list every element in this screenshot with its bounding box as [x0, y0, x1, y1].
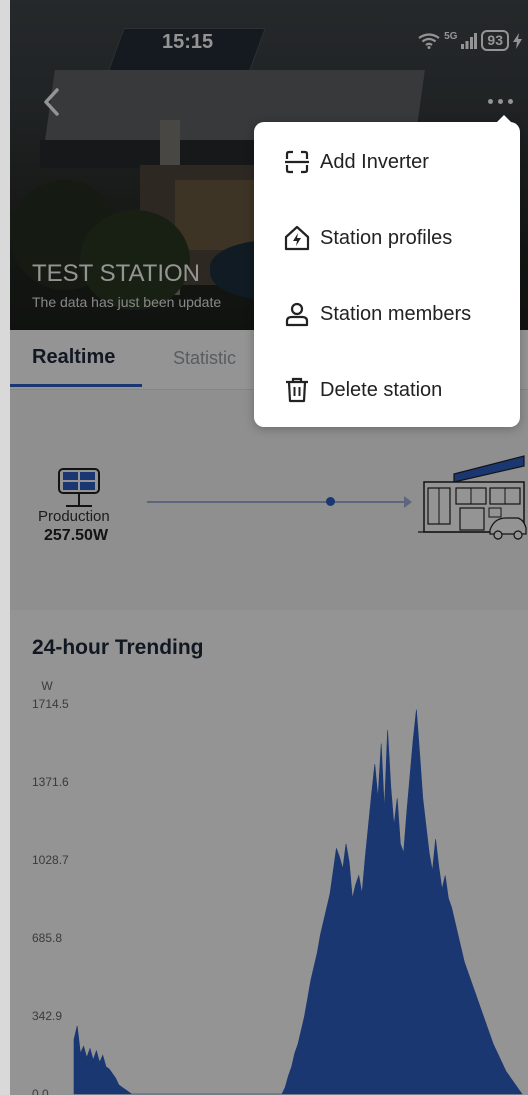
- menu-item-label: Delete station: [320, 378, 443, 401]
- menu-item-label: Station profiles: [320, 226, 453, 249]
- menu-item-label: Station members: [320, 302, 472, 325]
- menu-item-station-members[interactable]: Station members: [254, 284, 520, 344]
- trash-icon: [286, 377, 308, 403]
- menu-item-add-inverter[interactable]: Add Inverter: [254, 132, 520, 192]
- menu-item-station-profiles[interactable]: Station profiles: [254, 208, 520, 268]
- station-options-menu: Add Inverter Station profiles Station me…: [254, 115, 520, 427]
- menu-item-delete-station[interactable]: Delete station: [254, 360, 520, 420]
- app-screen: 15:15 5G 93 TEST STATION The data has ju…: [10, 0, 528, 1095]
- menu-item-label: Add Inverter: [320, 150, 429, 173]
- home-power-icon: [284, 225, 310, 251]
- scan-icon: [285, 150, 309, 174]
- menu-caret: [496, 115, 512, 123]
- user-icon: [285, 302, 309, 327]
